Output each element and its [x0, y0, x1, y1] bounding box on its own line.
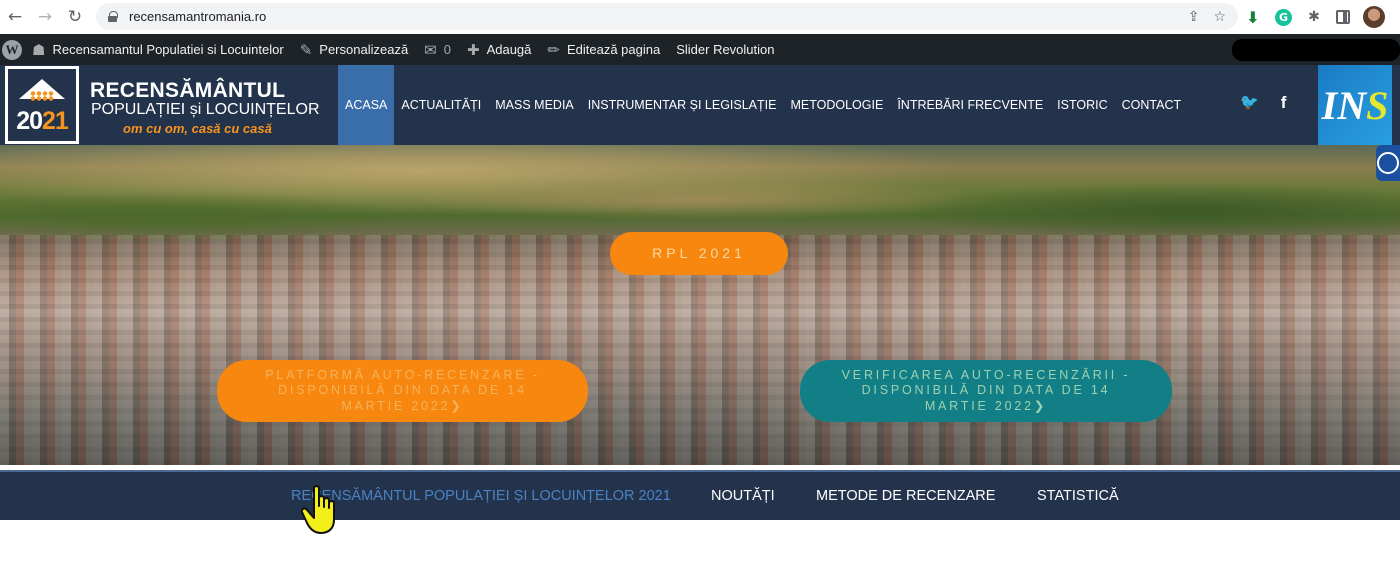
subnav-recensamant[interactable]: RECENSĂMÂNTUL POPULAȚIEI ȘI LOCUINȚELOR … [291, 472, 671, 520]
secondary-navigation: RECENSĂMÂNTUL POPULAȚIEI ȘI LOCUINȚELOR … [0, 470, 1400, 520]
subnav-metode-recenzare[interactable]: METODE DE RECENZARE [816, 472, 995, 520]
url-text[interactable]: recensamantromania.ro [129, 9, 266, 24]
wp-add-new[interactable]: ✚ Adaugă [467, 34, 531, 65]
nav-intrebari-frecvente[interactable]: ÎNTREBĂRI FRECVENTE [890, 65, 1050, 145]
side-panel-icon[interactable] [1336, 10, 1350, 24]
twitter-icon[interactable]: 🐦 [1240, 93, 1259, 113]
social-links: 🐦 f [1240, 93, 1286, 113]
platform-auto-recenzare-button[interactable]: PLATFORMĂ AUTO-RECENZARE - DISPONIBILĂ D… [217, 360, 588, 422]
brand-slogan: om cu om, casă cu casă [123, 121, 272, 136]
ins-logo-accent: S [1366, 82, 1389, 128]
browser-toolbar: ← → ↻ recensamantromania.ro ⇪ ☆ ⬇ G ✱ ⋮ [0, 0, 1400, 34]
hero-slider: RPL 2021 PLATFORMĂ AUTO-RECENZARE - DISP… [0, 145, 1400, 465]
main-navigation: ACASA ACTUALITĂȚI MASS MEDIA INSTRUMENTA… [338, 65, 1188, 145]
redacted-user-area [1232, 39, 1400, 61]
logo-year-prefix: 20 [16, 107, 43, 135]
hand-pointer-cursor-icon [300, 485, 335, 534]
bookmark-star-icon[interactable]: ☆ [1213, 9, 1226, 25]
logo-year-suffix: 21 [42, 107, 69, 135]
house-dots-icon [30, 91, 54, 101]
wp-site-label[interactable]: Recensamantul Populatiei si Locuintelor [52, 42, 283, 57]
nav-contact[interactable]: CONTACT [1115, 65, 1189, 145]
wp-comments[interactable]: ✉ 0 [424, 34, 451, 65]
subnav-statistica[interactable]: STATISTICĂ [1037, 472, 1119, 520]
nav-acasa[interactable]: ACASA [338, 65, 395, 145]
verificare-auto-recenzare-button[interactable]: VERIFICAREA AUTO-RECENZĂRII - DISPONIBIL… [800, 360, 1172, 422]
wp-edit-page-label[interactable]: Editează pagina [567, 42, 660, 57]
wp-site-name[interactable]: ☗ Recensamantul Populatiei si Locuintelo… [32, 34, 284, 65]
nav-istoric[interactable]: ISTORIC [1050, 65, 1114, 145]
brand-subtitle[interactable]: POPULAȚIEI și LOCUINȚELOR [91, 101, 320, 119]
wp-edit-page[interactable]: ✏ Editează pagina [547, 34, 660, 65]
subnav-noutati[interactable]: NOUTĂȚI [711, 472, 775, 520]
reload-icon[interactable]: ↻ [60, 2, 90, 32]
ins-logo[interactable]: IN S [1318, 65, 1392, 145]
nav-mass-media[interactable]: MASS MEDIA [488, 65, 581, 145]
accessibility-icon[interactable] [1376, 145, 1400, 181]
address-bar[interactable]: recensamantromania.ro ⇪ ☆ [96, 3, 1238, 30]
wp-admin-bar: W ☗ Recensamantul Populatiei si Locuinte… [0, 34, 1400, 65]
site-header: 2021 RECENSĂMÂNTUL POPULAȚIEI și LOCUINȚ… [0, 65, 1400, 145]
ins-logo-main: IN [1321, 82, 1367, 128]
lock-icon[interactable] [108, 11, 118, 22]
site-logo[interactable]: 2021 [5, 66, 79, 144]
wp-slider-revolution[interactable]: Slider Revolution [676, 34, 774, 65]
back-icon[interactable]: ← [0, 2, 30, 32]
wp-comments-count[interactable]: 0 [444, 42, 451, 57]
pencil-icon: ✏ [547, 40, 560, 59]
wp-add-new-label[interactable]: Adaugă [487, 42, 532, 57]
wp-slider-revolution-label[interactable]: Slider Revolution [676, 42, 774, 57]
wp-customize[interactable]: ✎ Personalizează [300, 34, 408, 65]
logo-year: 2021 [8, 107, 76, 136]
wp-customize-label[interactable]: Personalizează [319, 42, 408, 57]
facebook-icon[interactable]: f [1281, 93, 1287, 113]
comment-icon: ✉ [424, 40, 437, 59]
rpl-2021-button[interactable]: RPL 2021 [610, 232, 788, 275]
brand-title[interactable]: RECENSĂMÂNTUL [90, 79, 285, 103]
nav-metodologie[interactable]: METODOLOGIE [783, 65, 890, 145]
extensions-puzzle-icon[interactable]: ✱ [1305, 8, 1323, 26]
wordpress-logo-icon[interactable]: W [2, 39, 22, 60]
profile-avatar[interactable] [1363, 6, 1385, 28]
grammarly-extension-icon[interactable]: G [1275, 8, 1292, 26]
plus-icon: ✚ [466, 40, 480, 59]
brush-icon: ✎ [299, 40, 313, 59]
nav-actualitati[interactable]: ACTUALITĂȚI [394, 65, 488, 145]
nav-instrumentar-legislatie[interactable]: INSTRUMENTAR ȘI LEGISLAȚIE [581, 65, 784, 145]
download-icon[interactable]: ⬇ [1244, 8, 1262, 27]
dashboard-icon: ☗ [32, 40, 46, 59]
forward-icon[interactable]: → [30, 2, 60, 32]
share-icon[interactable]: ⇪ [1188, 9, 1200, 25]
